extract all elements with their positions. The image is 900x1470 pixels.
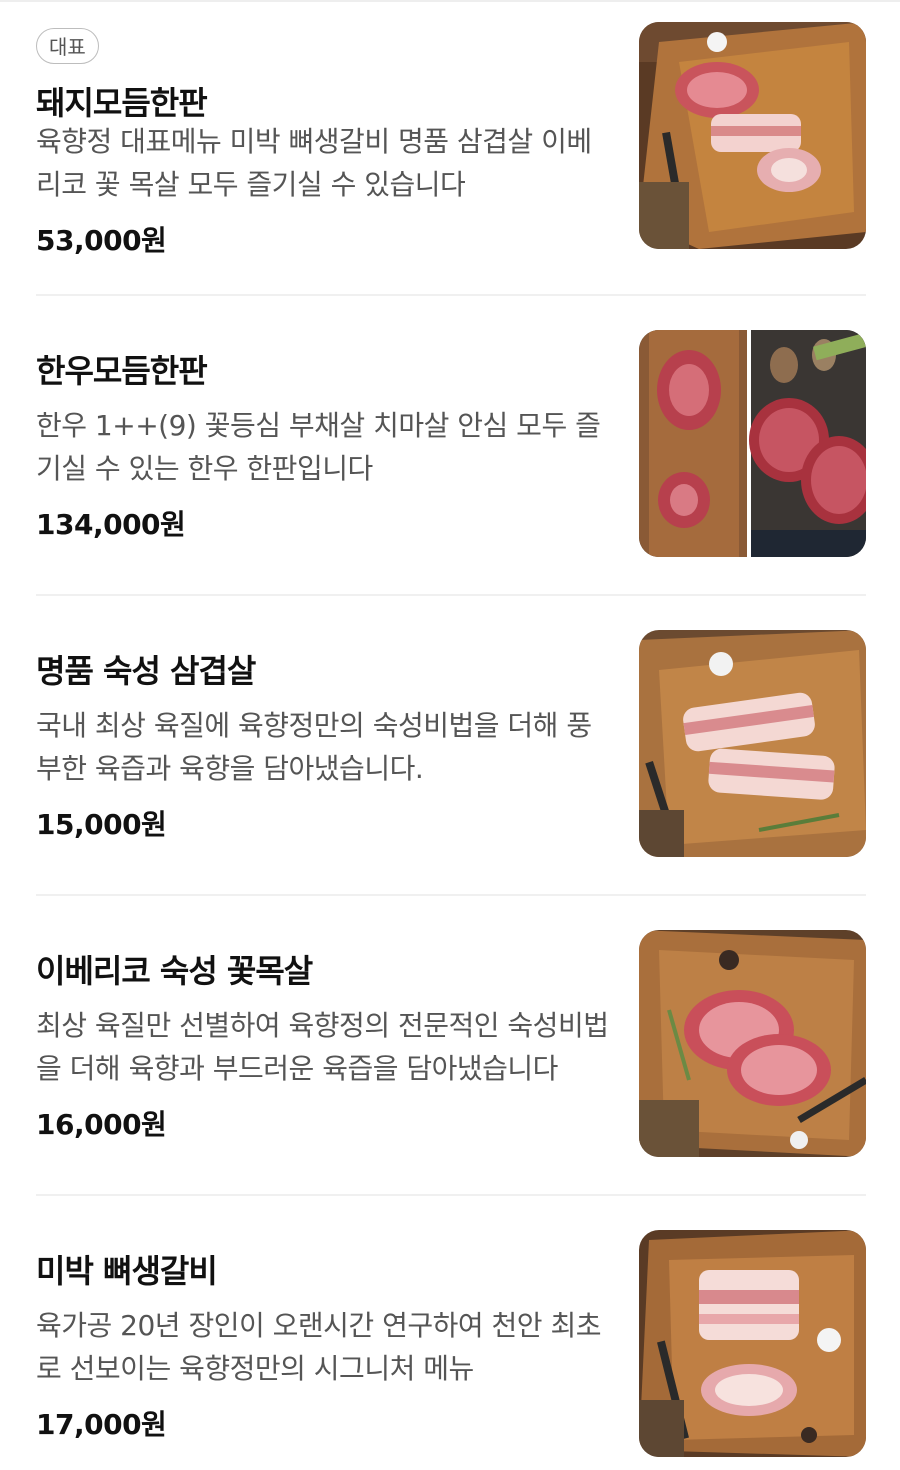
menu-item-pork-platter[interactable]: 대표 돼지모듬한판 육향정 대표메뉴 미박 뼈생갈비 명품 삼겹살 이베리코 꽃… [36, 14, 866, 274]
menu-item-price: 134,000원 [36, 508, 186, 541]
menu-item-hanwoo-platter[interactable]: 한우모듬한판 한우 1++(9) 꽃등심 부채살 치마살 안심 모두 즐기실 수… [36, 310, 866, 570]
menu-item-title: 명품 숙성 삼겹살 [36, 652, 256, 690]
divider [36, 1194, 866, 1196]
menu-item-description: 육향정 대표메뉴 미박 뼈생갈비 명품 삼겹살 이베리코 꽃 목살 모두 즐기실… [36, 125, 592, 201]
menu-item-title: 한우모듬한판 [36, 352, 208, 390]
menu-item-price: 53,000원 [36, 224, 167, 257]
menu-item-price: 17,000원 [36, 1408, 167, 1441]
menu-item-description: 최상 육질만 선별하여 육향정의 전문적인 숙성비법을 더해 육향과 부드러운 … [36, 1009, 609, 1085]
iberico-neck-image [639, 930, 866, 1157]
hanwoo-platter-image [639, 330, 866, 557]
bone-rib-image [639, 1230, 866, 1457]
menu-item-price: 15,000원 [36, 808, 167, 841]
menu-item-bone-rib[interactable]: 미박 뼈생갈비 육가공 20년 장인이 오랜시간 연구하여 천안 최초로 선보이… [36, 1210, 866, 1470]
divider [36, 294, 866, 296]
representative-badge: 대표 [36, 28, 99, 64]
menu-item-description: 육가공 20년 장인이 오랜시간 연구하여 천안 최초로 선보이는 육향정만의 … [36, 1309, 601, 1385]
pork-belly-image [639, 630, 866, 857]
menu-item-pork-belly[interactable]: 명품 숙성 삼겹살 국내 최상 육질에 육향정만의 숙성비법을 더해 풍부한 육… [36, 610, 866, 870]
menu-item-iberico-neck[interactable]: 이베리코 숙성 꽃목살 최상 육질만 선별하여 육향정의 전문적인 숙성비법을 … [36, 910, 866, 1170]
pork-platter-image [639, 22, 866, 249]
menu-item-title: 이베리코 숙성 꽃목살 [36, 952, 313, 990]
menu-item-description: 국내 최상 육질에 육향정만의 숙성비법을 더해 풍부한 육즙과 육향을 담아냈… [36, 709, 592, 785]
menu-item-description: 한우 1++(9) 꽃등심 부채살 치마살 안심 모두 즐기실 수 있는 한우 … [36, 409, 601, 485]
menu-item-title: 돼지모듬한판 [36, 84, 208, 122]
divider [36, 594, 866, 596]
menu-item-price: 16,000원 [36, 1108, 167, 1141]
top-border [0, 0, 900, 2]
menu-item-title: 미박 뼈생갈비 [36, 1252, 218, 1290]
divider [36, 894, 866, 896]
